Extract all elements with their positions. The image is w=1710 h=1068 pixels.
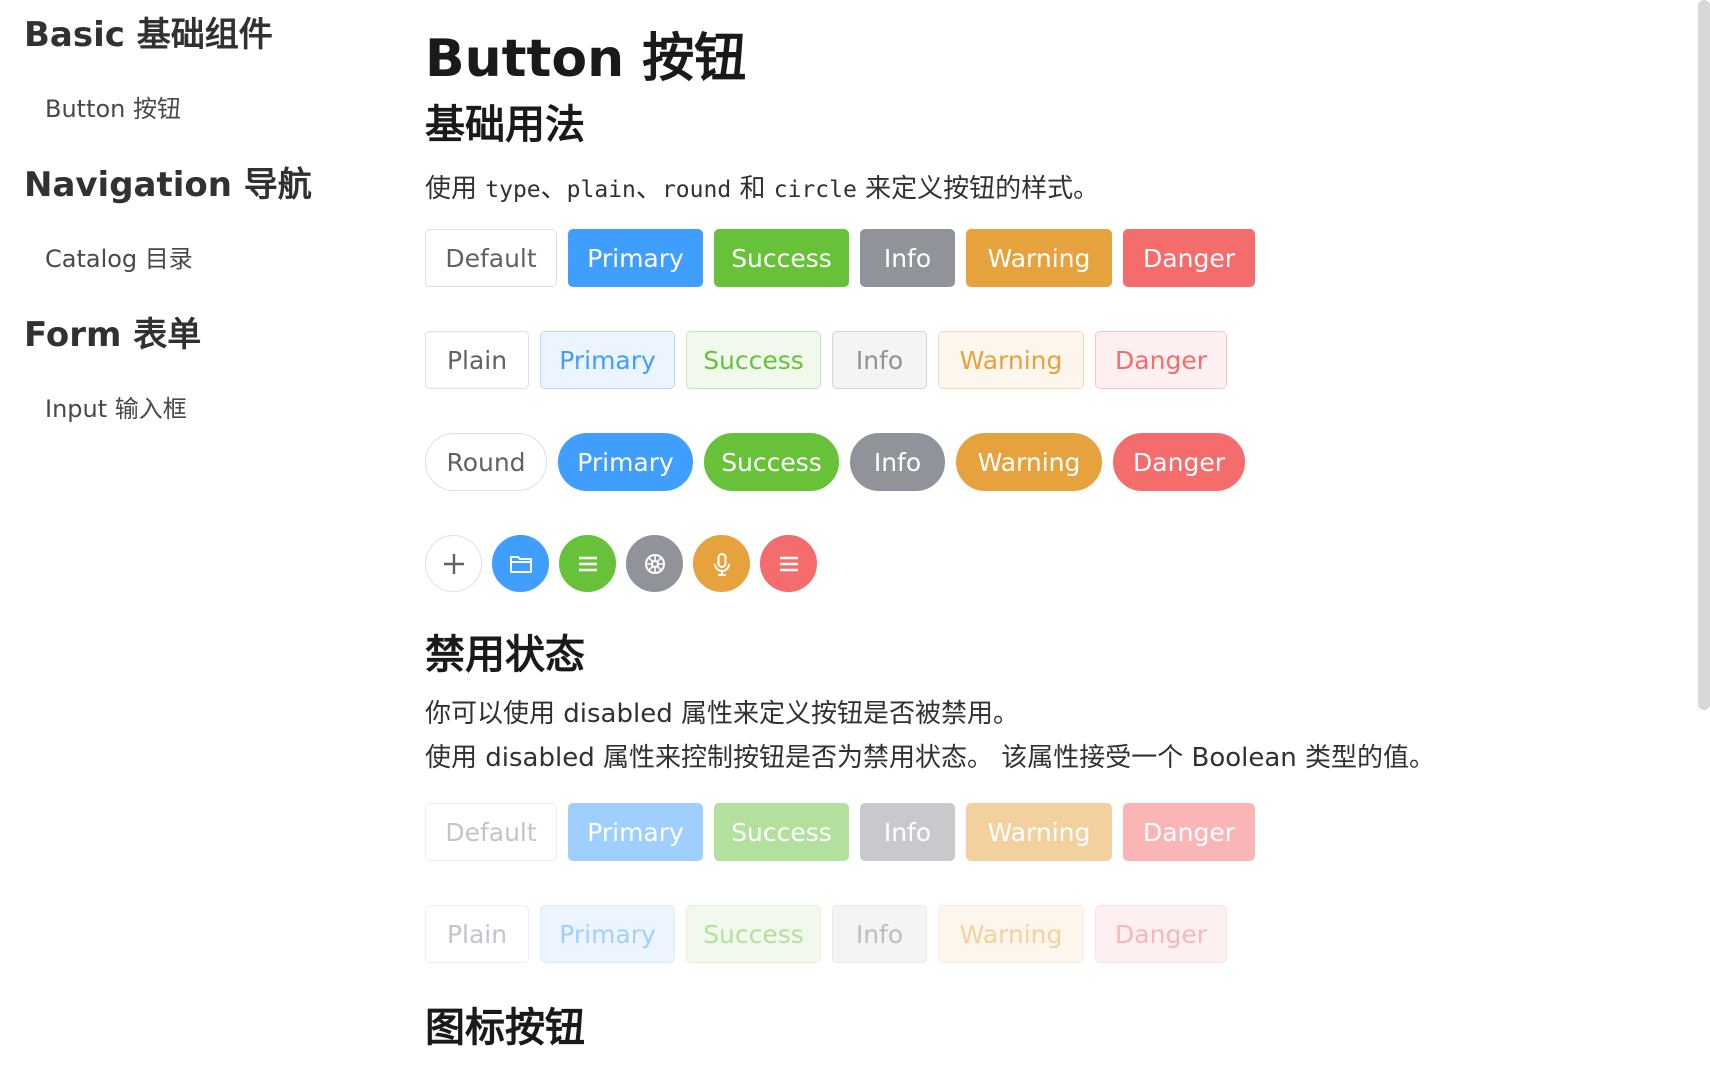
disabled-description-line-2: 使用 disabled 属性来控制按钮是否为禁用状态。 该属性接受一个 Bool…: [425, 743, 1436, 773]
circle-plus-button[interactable]: [425, 535, 482, 592]
circle-folder-button[interactable]: [492, 535, 549, 592]
page-title: Button 按钮: [425, 29, 747, 89]
sidebar-group-navigation-title: Navigation 导航: [24, 165, 312, 205]
danger-button[interactable]: Danger: [1123, 229, 1255, 287]
settings-icon: [644, 553, 665, 574]
section-title-disabled: 禁用状态: [425, 632, 585, 678]
microphone-icon: [713, 552, 730, 576]
sidebar-item-input[interactable]: Input 输入框: [45, 392, 187, 426]
disabled-primary-button: Primary: [568, 803, 703, 861]
plain-primary-button[interactable]: Primary: [540, 331, 675, 389]
desc-sep: 、: [540, 174, 567, 204]
plain-warning-button[interactable]: Warning: [938, 331, 1084, 389]
round-success-button[interactable]: Success: [704, 433, 839, 491]
sidebar-item-catalog[interactable]: Catalog 目录: [45, 242, 193, 276]
sidebar-item-button[interactable]: Button 按钮: [45, 92, 181, 126]
round-warning-button[interactable]: Warning: [956, 433, 1102, 491]
disabled-danger-button: Danger: [1123, 803, 1255, 861]
disabled-plain-info-button: Info: [832, 905, 927, 963]
plain-info-button[interactable]: Info: [832, 331, 927, 389]
button-row-plain: Plain Primary Success Info Warning Dange…: [425, 331, 1227, 389]
button-row-default: Default Primary Success Info Warning Dan…: [425, 229, 1255, 287]
code-circle: circle: [773, 177, 857, 203]
disabled-warning-button: Warning: [966, 803, 1112, 861]
primary-button[interactable]: Primary: [568, 229, 703, 287]
round-button[interactable]: Round: [425, 433, 547, 491]
button-row-disabled: Default Primary Success Info Warning Dan…: [425, 803, 1255, 861]
disabled-info-button: Info: [860, 803, 955, 861]
desc-text: 使用: [425, 174, 486, 204]
sidebar-group-form-title: Form 表单: [24, 315, 202, 355]
desc-text: 来定义按钮的样式。: [856, 174, 1100, 204]
round-info-button[interactable]: Info: [850, 433, 945, 491]
vertical-scrollbar[interactable]: [1698, 0, 1710, 710]
code-round: round: [661, 177, 732, 203]
circle-delete-button[interactable]: [760, 535, 817, 592]
button-row-disabled-plain: Plain Primary Success Info Warning Dange…: [425, 905, 1227, 963]
circle-list-button[interactable]: [559, 535, 616, 592]
disabled-plain-warning-button: Warning: [938, 905, 1084, 963]
section-title-basic: 基础用法: [425, 102, 585, 148]
sidebar-group-basic-title: Basic 基础组件: [24, 15, 273, 55]
round-danger-button[interactable]: Danger: [1113, 433, 1245, 491]
button-row-circle: [425, 535, 817, 592]
code-type: type: [485, 177, 541, 203]
warning-button[interactable]: Warning: [966, 229, 1112, 287]
round-primary-button[interactable]: Primary: [558, 433, 693, 491]
basic-description: 使用 type、plain、round 和 circle 来定义按钮的样式。: [425, 168, 1099, 205]
disabled-default-button: Default: [425, 803, 557, 861]
circle-settings-button[interactable]: [626, 535, 683, 592]
info-button[interactable]: Info: [860, 229, 955, 287]
disabled-plain-button: Plain: [425, 905, 529, 963]
desc-text: 和: [731, 174, 774, 204]
section-title-icon-buttons: 图标按钮: [425, 1005, 585, 1051]
folder-icon: [509, 555, 532, 573]
disabled-plain-primary-button: Primary: [540, 905, 675, 963]
plain-success-button[interactable]: Success: [686, 331, 821, 389]
list-icon: [578, 556, 597, 571]
plain-button[interactable]: Plain: [425, 331, 529, 389]
disabled-description-line-1: 你可以使用 disabled 属性来定义按钮是否被禁用。: [425, 699, 1019, 729]
desc-sep: 、: [635, 174, 662, 204]
disabled-plain-danger-button: Danger: [1095, 905, 1227, 963]
success-button[interactable]: Success: [714, 229, 849, 287]
button-row-round: Round Primary Success Info Warning Dange…: [425, 433, 1245, 491]
default-button[interactable]: Default: [425, 229, 557, 287]
disabled-success-button: Success: [714, 803, 849, 861]
list-icon: [779, 556, 798, 571]
disabled-plain-success-button: Success: [686, 905, 821, 963]
plain-danger-button[interactable]: Danger: [1095, 331, 1227, 389]
code-plain: plain: [566, 177, 636, 203]
plus-icon: [443, 553, 464, 574]
circle-microphone-button[interactable]: [693, 535, 750, 592]
